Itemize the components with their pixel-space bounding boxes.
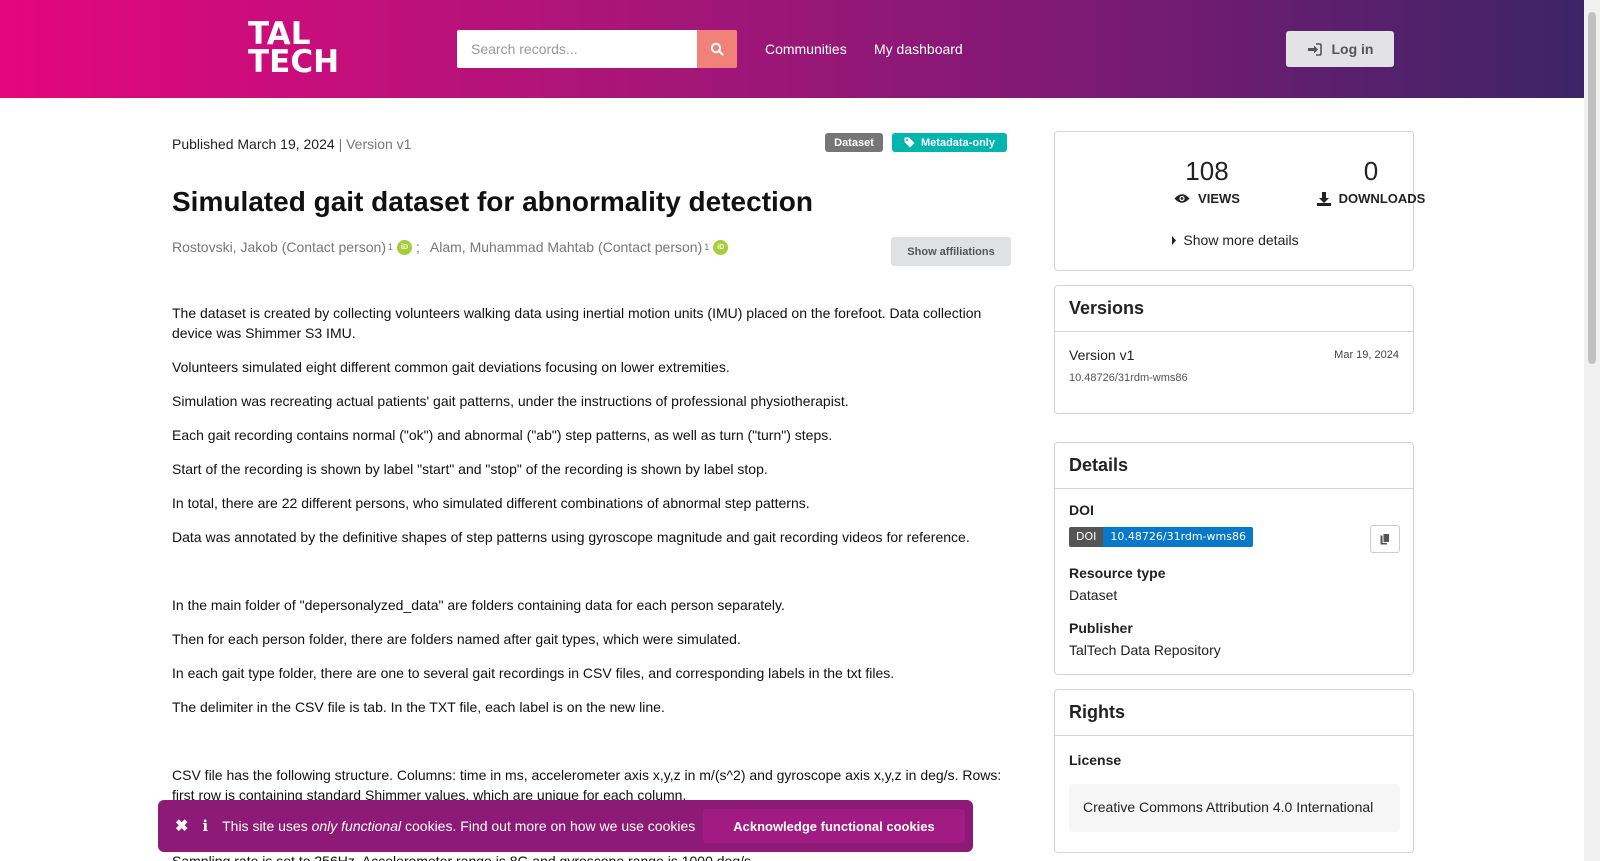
search-input[interactable]: Search records... bbox=[457, 30, 697, 68]
orcid-icon[interactable]: iD bbox=[397, 239, 412, 255]
search-placeholder: Search records... bbox=[471, 41, 578, 57]
record-title: Simulated gait dataset for abnormality d… bbox=[172, 186, 814, 217]
description-paragraph: Start of the recording is shown by label… bbox=[172, 461, 768, 477]
published-date: Published March 19, 2024 bbox=[172, 136, 335, 152]
description-paragraph: In the main folder of "depersonalyzed_da… bbox=[172, 597, 785, 613]
description-paragraph: In total, there are 22 different persons… bbox=[172, 495, 810, 511]
creators-list: Rostovski, Jakob (Contact person) 1 iD ;… bbox=[172, 239, 732, 255]
info-icon: i bbox=[202, 817, 209, 835]
creator-name[interactable]: Alam, Muhammad Mahtab (Contact person) bbox=[430, 239, 702, 255]
sign-in-icon bbox=[1307, 42, 1322, 56]
download-icon bbox=[1316, 191, 1331, 206]
cookie-text: This site uses only functional cookies. … bbox=[222, 818, 696, 834]
show-affiliations-button[interactable]: Show affiliations bbox=[891, 237, 1011, 266]
description-paragraph: CSV file has the following structure. Co… bbox=[172, 767, 1002, 803]
downloads-count: 0 bbox=[1363, 156, 1379, 186]
resource-type-value: Dataset bbox=[1069, 587, 1118, 603]
affiliation-number: 1 bbox=[704, 242, 710, 252]
description-paragraph: Then for each person folder, there are f… bbox=[172, 631, 741, 647]
logo-line-2: TECH bbox=[248, 44, 340, 80]
doi-label: DOI bbox=[1069, 502, 1094, 518]
orcid-icon[interactable]: iD bbox=[713, 239, 729, 255]
versions-card: Versions Version v1 Mar 19, 2024 10.4872… bbox=[1054, 285, 1414, 414]
doi-badge[interactable]: DOI 10.48726/31rdm-wms86 bbox=[1069, 527, 1254, 547]
description-paragraph: Data was annotated by the definitive sha… bbox=[172, 529, 970, 545]
nav-my-dashboard[interactable]: My dashboard bbox=[874, 41, 963, 57]
publisher-label: Publisher bbox=[1069, 620, 1133, 636]
creator-separator: ; bbox=[416, 239, 420, 255]
version-doi: 10.48726/31rdm-wms86 bbox=[1069, 372, 1188, 384]
downloads-label: DOWNLOADS bbox=[1291, 191, 1451, 206]
description-paragraph: Volunteers simulated eight different com… bbox=[172, 359, 730, 375]
description-paragraph: Each gait recording contains normal ("ok… bbox=[172, 427, 833, 443]
scrollbar-thumb[interactable] bbox=[1588, 12, 1596, 364]
tag-icon bbox=[904, 137, 915, 148]
rights-title: Rights bbox=[1055, 690, 1413, 736]
publisher-value: TalTech Data Repository bbox=[1069, 642, 1221, 658]
description-paragraph: The dataset is created by collecting vol… bbox=[172, 305, 982, 341]
resource-type-label: Resource type bbox=[1069, 565, 1166, 581]
versions-title: Versions bbox=[1055, 286, 1413, 332]
badge-access-label: Metadata-only bbox=[921, 136, 995, 149]
license-label: License bbox=[1069, 752, 1122, 768]
views-count: 108 bbox=[1185, 156, 1229, 186]
details-title: Details bbox=[1055, 443, 1413, 489]
views-label: VIEWS bbox=[1127, 191, 1287, 206]
description-paragraph: Sampling rate is set to 256Hz. Accelerom… bbox=[172, 853, 755, 861]
show-more-details[interactable]: Show more details bbox=[1055, 232, 1415, 248]
acknowledge-cookies-button[interactable]: Acknowledge functional cookies bbox=[703, 809, 965, 843]
details-card: Details DOI DOI 10.48726/31rdm-wms86 Res… bbox=[1054, 442, 1414, 675]
version-date: Mar 19, 2024 bbox=[1334, 349, 1399, 361]
resource-type-badge: Dataset bbox=[825, 133, 883, 152]
nav-communities[interactable]: Communities bbox=[765, 41, 847, 57]
caret-right-icon bbox=[1172, 235, 1177, 245]
description-paragraph: Simulation was recreating actual patient… bbox=[172, 393, 849, 409]
search-button[interactable] bbox=[697, 30, 737, 68]
description-paragraph: The delimiter in the CSV file is tab. In… bbox=[172, 699, 665, 715]
version-link[interactable]: Version v1 bbox=[1069, 347, 1134, 363]
cookie-banner: ✖ i This site uses only functional cooki… bbox=[158, 800, 973, 852]
close-icon[interactable]: ✖ bbox=[175, 816, 188, 836]
version-label: | Version v1 bbox=[338, 136, 412, 152]
page-scrollbar[interactable] bbox=[1584, 0, 1600, 861]
description-paragraph: In each gait type folder, there are one … bbox=[172, 665, 895, 681]
rights-card: Rights License Creative Commons Attribut… bbox=[1054, 689, 1414, 853]
license-value[interactable]: Creative Commons Attribution 4.0 Interna… bbox=[1069, 784, 1400, 832]
login-label: Log in bbox=[1331, 41, 1374, 57]
login-button[interactable]: Log in bbox=[1286, 31, 1394, 67]
stats-card: 108 VIEWS 0 DOWNLOADS Show more details bbox=[1054, 131, 1425, 271]
site-header: TAL TECH Search records... Communities M… bbox=[0, 0, 1584, 98]
copy-doi-button[interactable] bbox=[1370, 525, 1400, 553]
taltech-logo[interactable]: TAL TECH bbox=[248, 19, 340, 80]
affiliation-number: 1 bbox=[387, 242, 393, 252]
badge-type-label: Dataset bbox=[834, 136, 874, 149]
access-badge: Metadata-only bbox=[892, 133, 1007, 152]
search-icon bbox=[710, 42, 724, 56]
eye-icon bbox=[1174, 194, 1190, 203]
publication-info: Published March 19, 2024 | Version v1 bbox=[172, 136, 411, 152]
creator-name[interactable]: Rostovski, Jakob (Contact person) bbox=[172, 239, 386, 255]
copy-icon bbox=[1380, 533, 1390, 545]
